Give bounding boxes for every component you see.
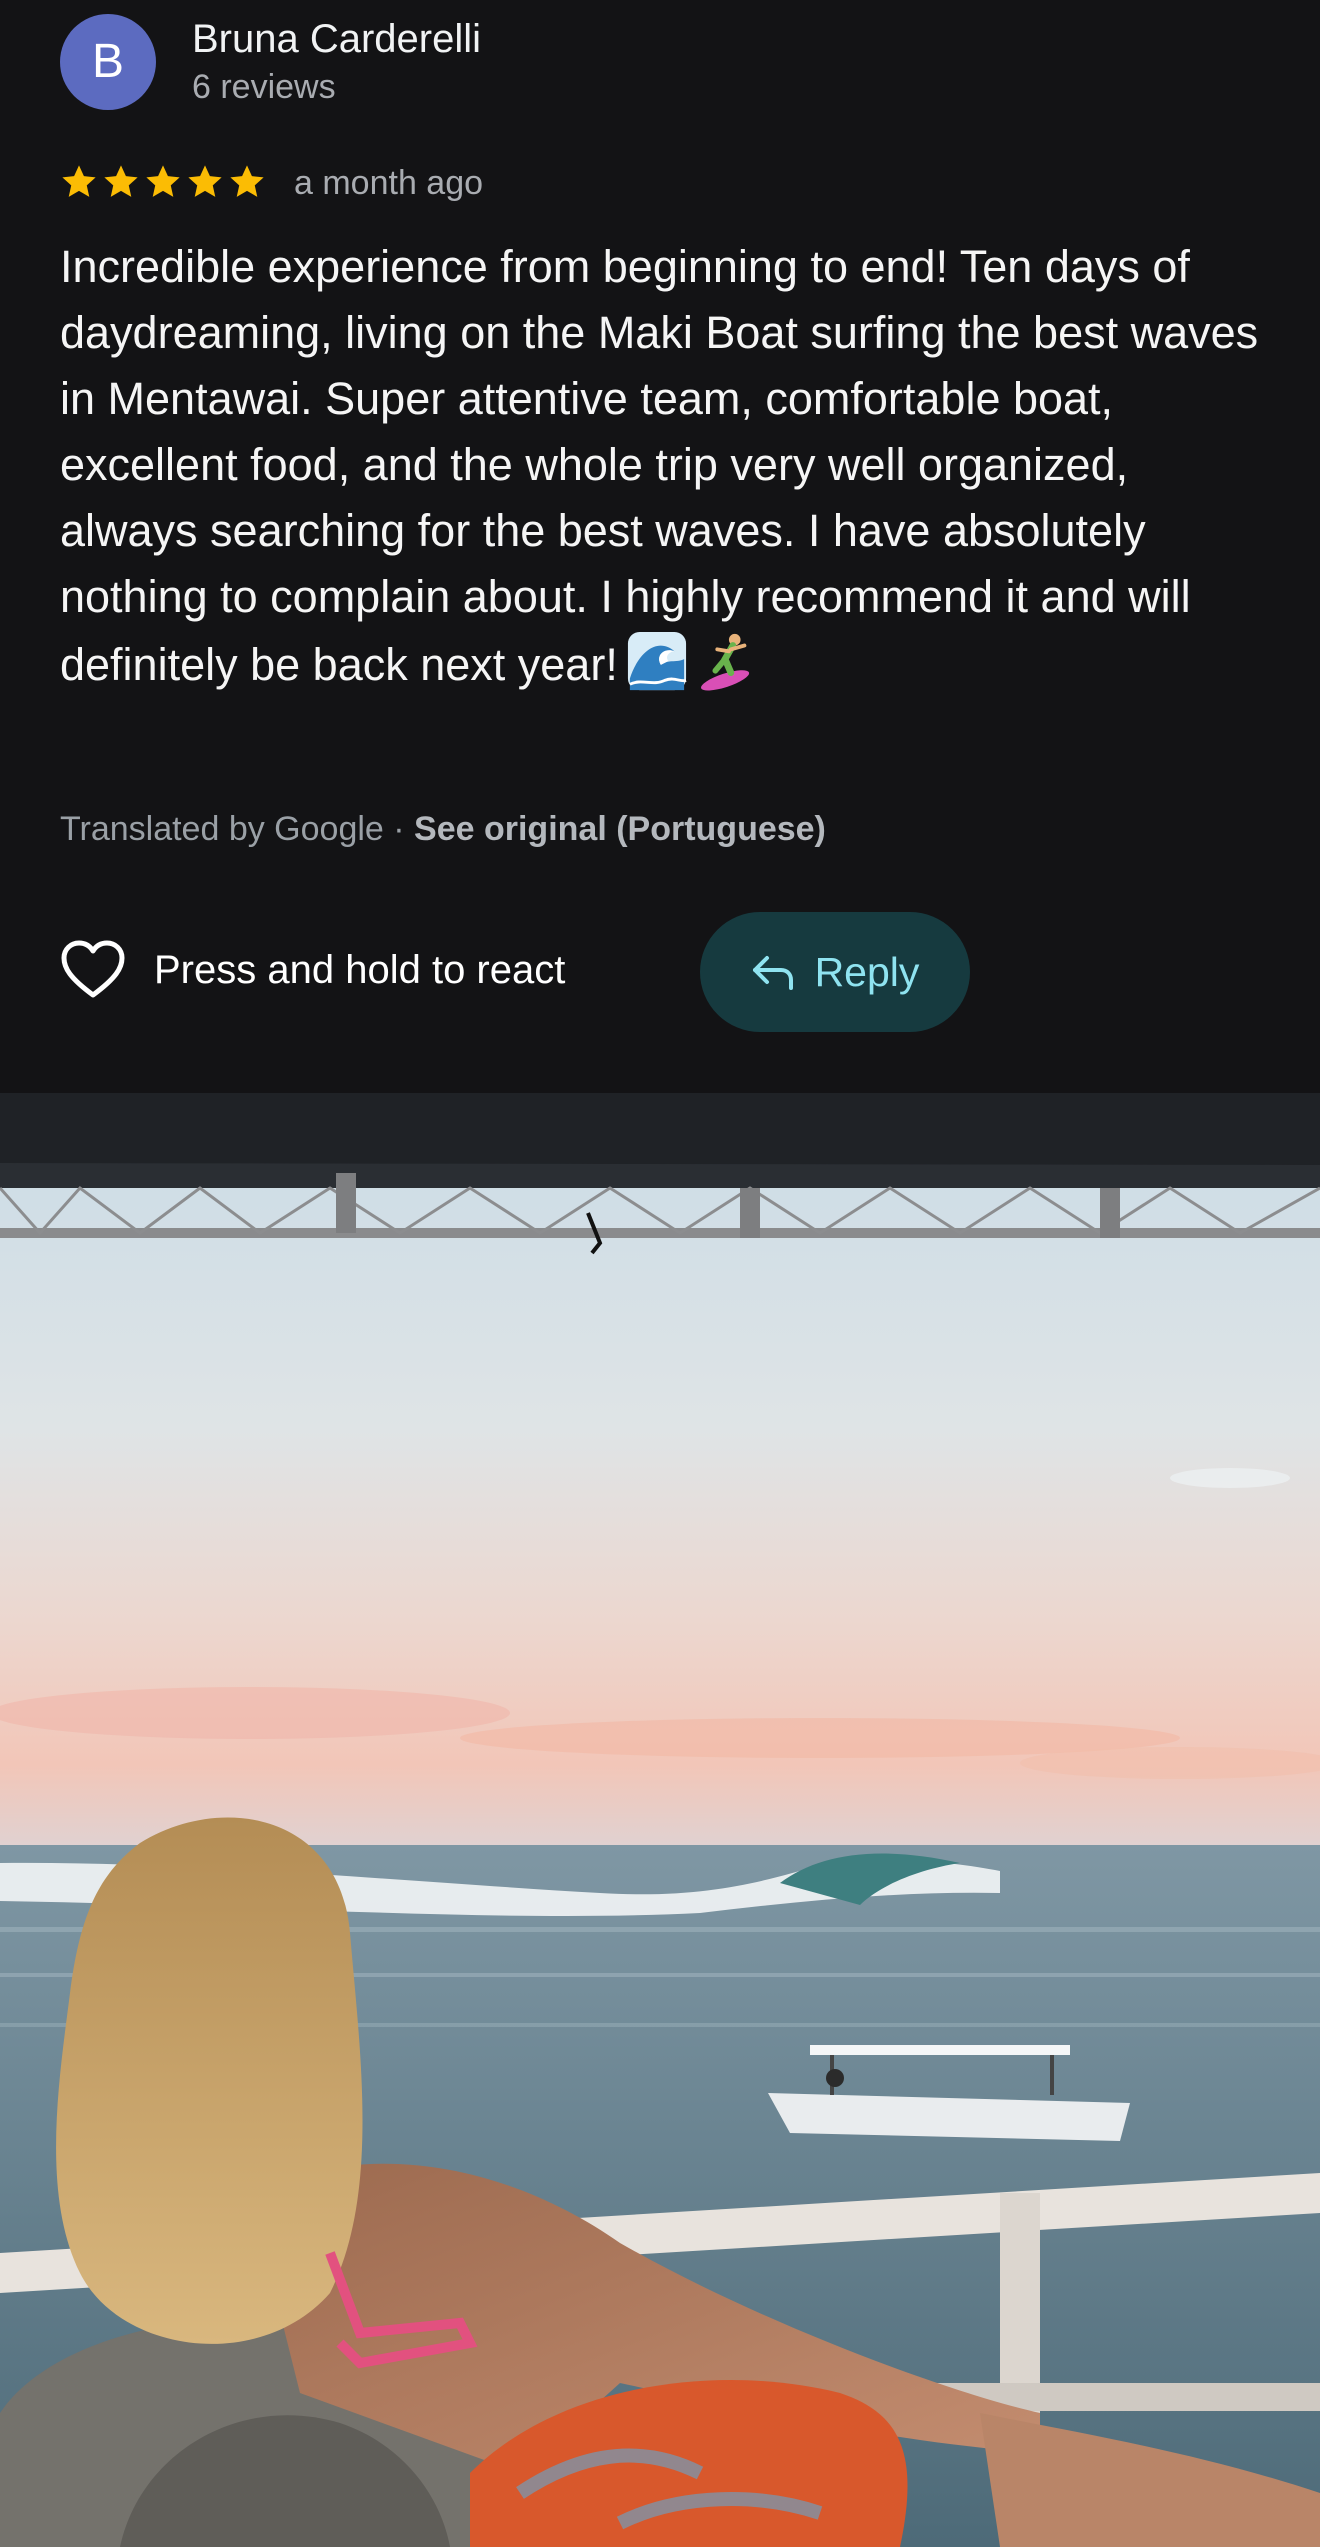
reviewer-review-count: 6 reviews: [192, 68, 336, 106]
avatar[interactable]: B: [60, 14, 156, 110]
star-icon: [62, 165, 96, 197]
review-text: Incredible experience from beginning to …: [60, 234, 1270, 698]
star-icon: [188, 165, 222, 197]
review-date: a month ago: [294, 164, 484, 202]
review-photo[interactable]: [0, 1093, 1320, 2547]
review-body: Incredible experience from beginning to …: [60, 241, 1259, 690]
surfer-emoji: [700, 633, 749, 691]
translation-note: Translated by Google · See original (Por…: [60, 804, 826, 854]
star-rating: [60, 158, 266, 208]
review-photo-image: [0, 1093, 1320, 2547]
star-icon: [104, 165, 138, 197]
review-actions: Press and hold to react Reply: [60, 912, 1260, 1036]
star-icon: [146, 165, 180, 197]
wave-emoji: [627, 631, 687, 691]
reply-label: Reply: [814, 948, 920, 995]
review-card: B Bruna Carderelli 6 reviews a month ago…: [0, 0, 1320, 1093]
heart-icon: [61, 940, 125, 998]
translation-prefix: Translated by Google ·: [60, 810, 415, 848]
reply-arrow-icon: [752, 956, 793, 990]
react-button[interactable]: Press and hold to react: [60, 934, 565, 1006]
react-label: Press and hold to react: [154, 947, 566, 992]
reply-button[interactable]: Reply: [700, 912, 970, 1032]
see-original-link[interactable]: See original (Portuguese): [414, 810, 826, 848]
star-icon: [230, 165, 264, 197]
reviewer-name[interactable]: Bruna Carderelli: [192, 14, 481, 64]
reviewer-header[interactable]: B Bruna Carderelli 6 reviews: [60, 14, 1260, 114]
rating-row: a month ago: [60, 158, 1260, 208]
